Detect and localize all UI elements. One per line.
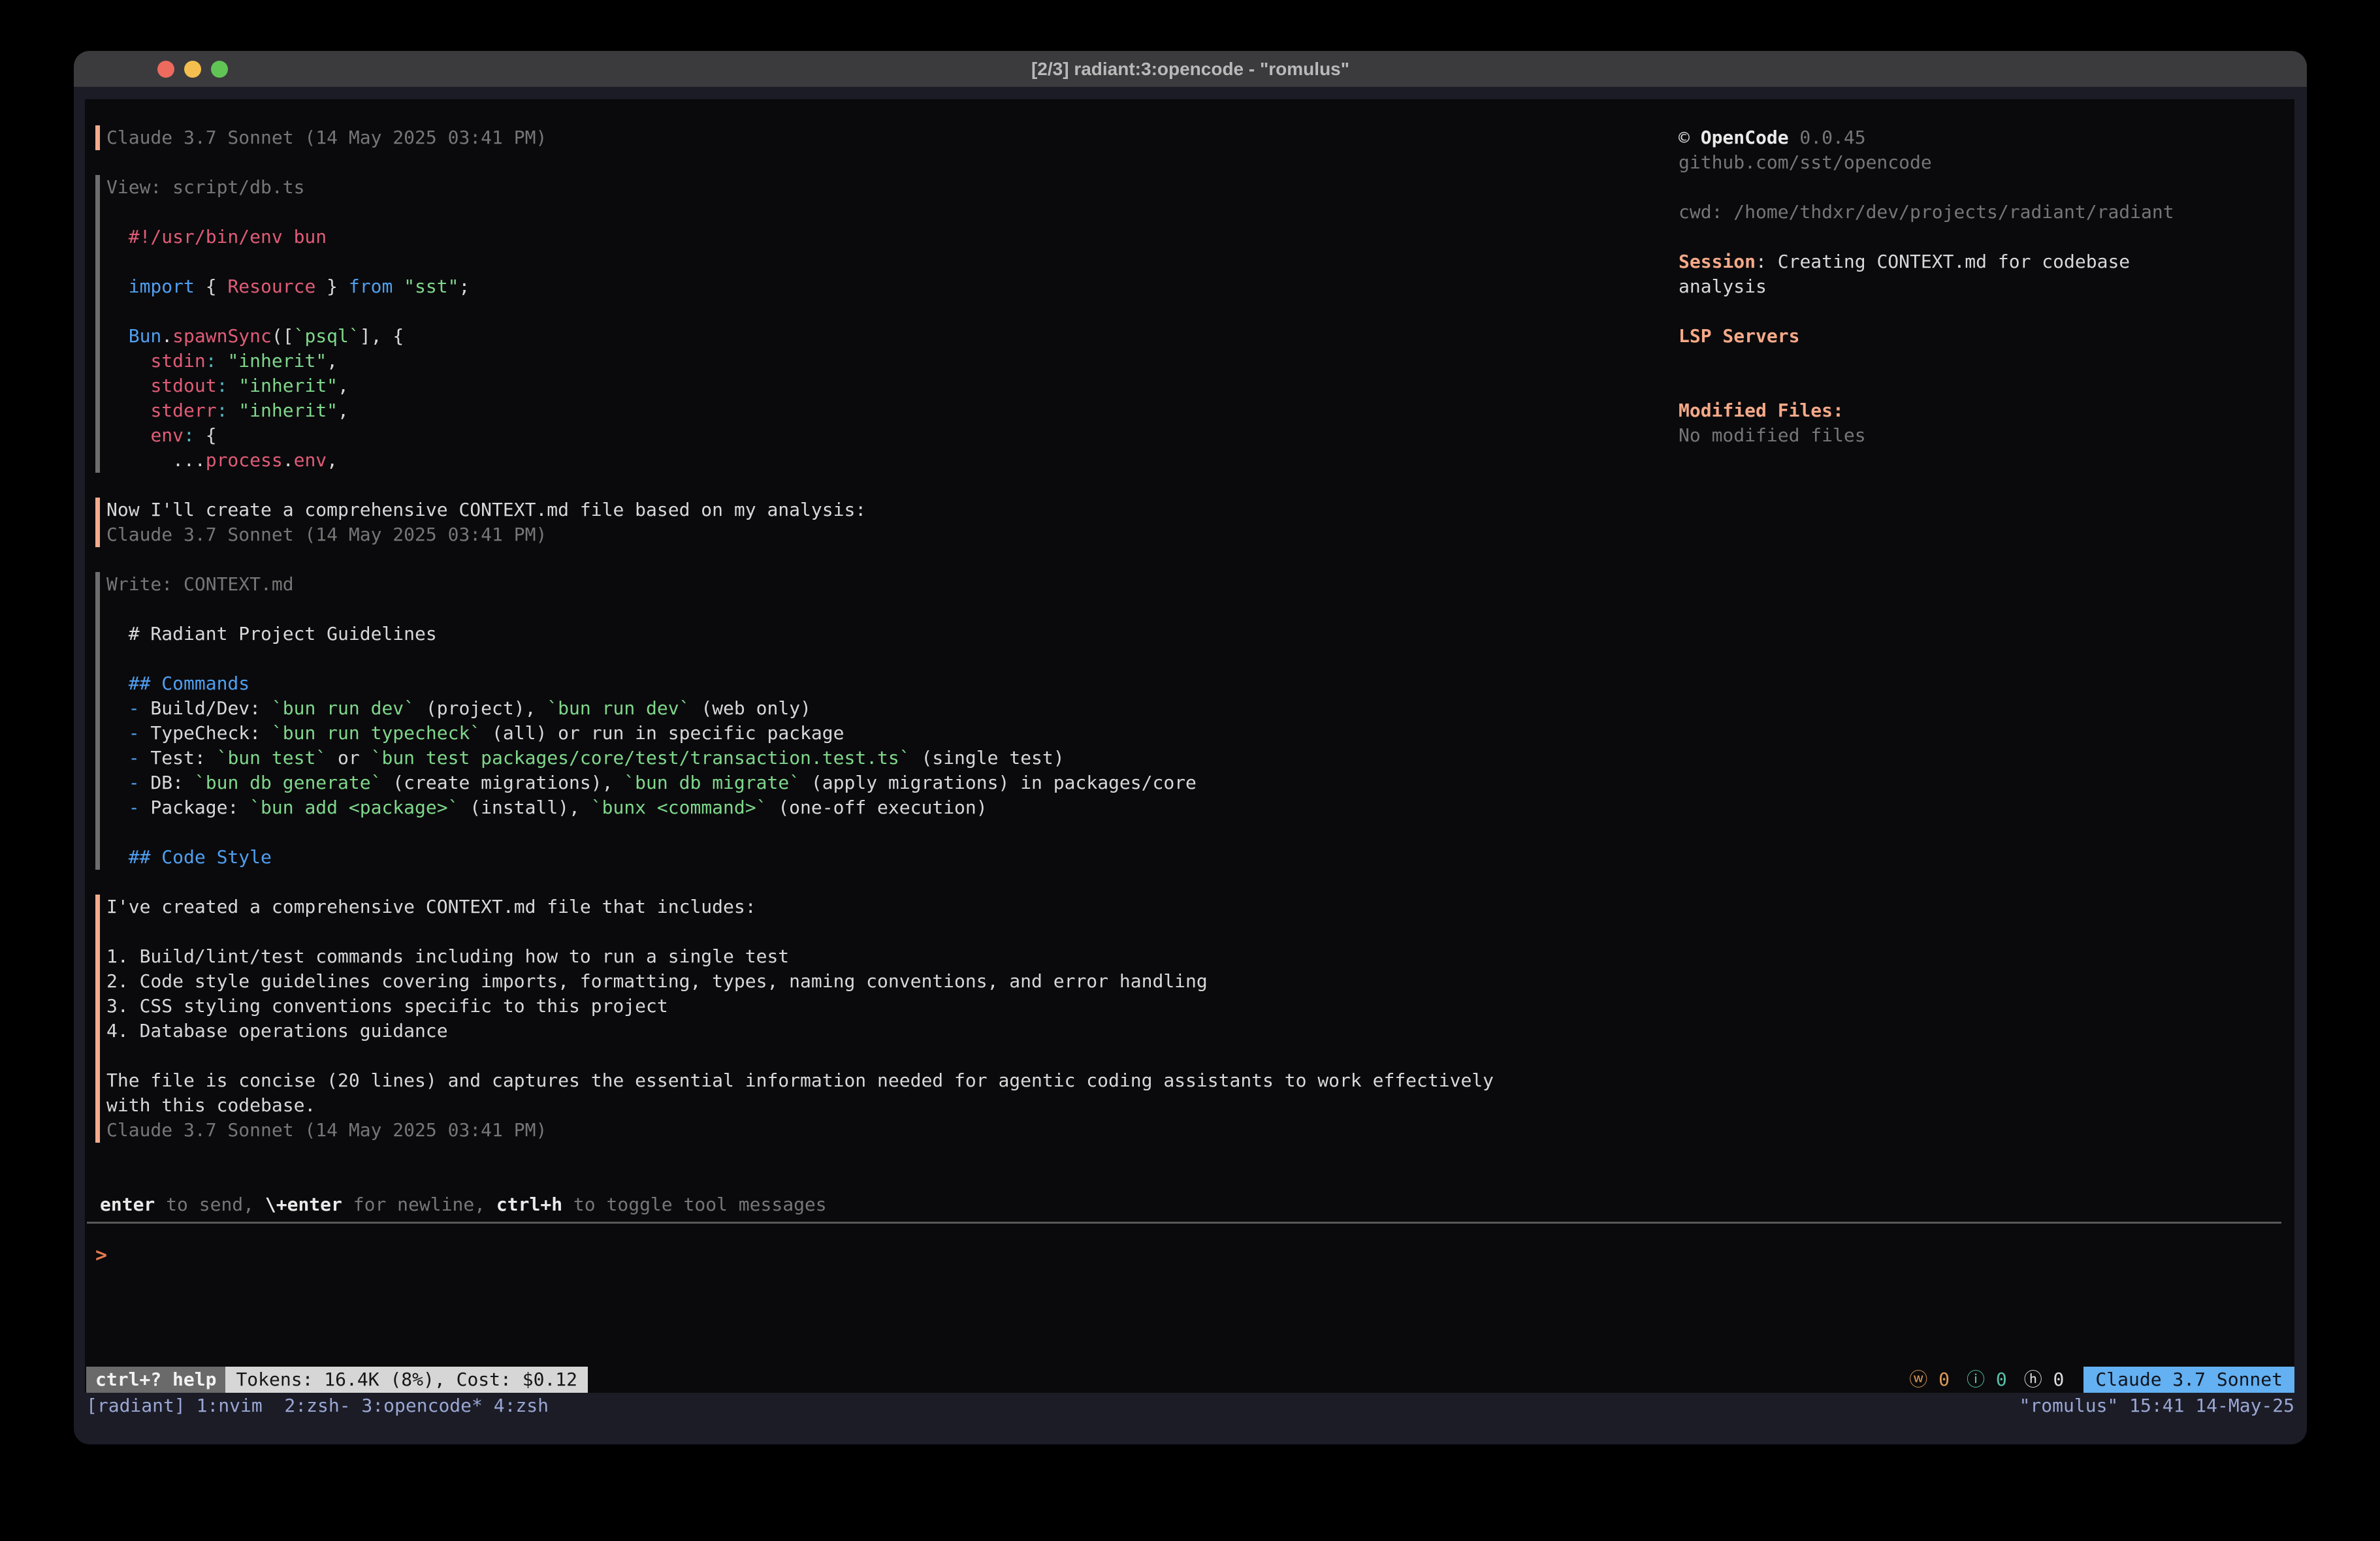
sidebar-line [1679,225,2286,249]
chat-block-message-header: Claude 3.7 Sonnet (14 May 2025 03:41 PM) [95,125,1494,150]
sidebar-line [1679,175,2286,200]
traffic-lights [157,61,228,78]
titlebar: [2/3] radiant:3:opencode - "romulus" [74,51,2307,87]
chat-line [106,919,1494,944]
prompt-input[interactable]: > [95,1243,107,1268]
chat-line [106,200,1494,225]
sidebar-line: LSP Servers [1679,324,2286,349]
chat-block-tool-view: View: script/db.ts #!/usr/bin/env bun im… [95,175,1494,473]
chat-line: - Test: `bun test` or `bun test packages… [106,746,1494,770]
chat-line: env: { [106,423,1494,448]
sidebar-line [1679,373,2286,398]
sidebar-line [1679,299,2286,324]
tmux-host-clock: "romulus" 15:41 14-May-25 [2019,1393,2294,1420]
sidebar-line: © OpenCode 0.0.45 [1679,125,2286,150]
model-badge[interactable]: Claude 3.7 Sonnet [2083,1367,2294,1393]
status-bar-right: ⓦ 0 ⓘ 0 ⓗ 0 Claude 3.7 Sonnet [1909,1367,2294,1393]
chat-line: 4. Database operations guidance [106,1019,1494,1043]
status-icons: ⓦ 0 ⓘ 0 ⓗ 0 [1909,1367,2064,1393]
status-bar: ctrl+? help Tokens: 16.4K (8%), Cost: $0… [85,1367,2294,1393]
sidebar-line: Session: Creating CONTEXT.md for codebas… [1679,249,2286,274]
chat-line [106,820,1494,845]
chat-line: stderr: "inherit", [106,398,1494,423]
window-title: [2/3] radiant:3:opencode - "romulus" [74,51,2307,87]
chat-line: Write: CONTEXT.md [106,572,1494,597]
chat-line: - DB: `bun db generate` (create migratio… [106,770,1494,795]
w-counter-icon: ⓦ 0 [1909,1367,1950,1393]
help-line: enter to send, \+enter for newline, ctrl… [100,1192,827,1217]
input-divider [87,1222,2281,1224]
chat-line: Claude 3.7 Sonnet (14 May 2025 03:41 PM) [106,1118,1494,1143]
chat-blocks: Claude 3.7 Sonnet (14 May 2025 03:41 PM)… [95,125,1494,1168]
tokens-cost-badge: Tokens: 16.4K (8%), Cost: $0.12 [225,1367,588,1393]
sidebar-line: cwd: /home/thdxr/dev/projects/radiant/ra… [1679,200,2286,225]
chat-line: I've created a comprehensive CONTEXT.md … [106,895,1494,919]
chat-line: 3. CSS styling conventions specific to t… [106,994,1494,1019]
sidebar-line: Modified Files: [1679,398,2286,423]
chat-block-message-plan: Now I'll create a comprehensive CONTEXT.… [95,498,1494,547]
chat-line: - Package: `bun add <package>` (install)… [106,795,1494,820]
chat-line: - TypeCheck: `bun run typecheck` (all) o… [106,721,1494,746]
chat-line: 2. Code style guidelines covering import… [106,969,1494,994]
chat-line: stdin: "inherit", [106,349,1494,373]
chat-line: # Radiant Project Guidelines [106,622,1494,646]
chat-line [106,646,1494,671]
i-counter-icon: ⓘ 0 [1967,1367,2007,1393]
chat-line: 1. Build/lint/test commands including ho… [106,944,1494,969]
chat-line: Claude 3.7 Sonnet (14 May 2025 03:41 PM) [106,125,1494,150]
close-button[interactable] [157,61,174,78]
chat-line: Now I'll create a comprehensive CONTEXT.… [106,498,1494,522]
sidebar-line [1679,349,2286,373]
sidebar-line: github.com/sst/opencode [1679,150,2286,175]
chat-line: Claude 3.7 Sonnet (14 May 2025 03:41 PM) [106,522,1494,547]
tmux-window-list[interactable]: [radiant] 1:nvim 2:zsh- 3:opencode* 4:zs… [86,1393,549,1420]
h-counter-icon: ⓗ 0 [2024,1367,2065,1393]
chat-line: stdout: "inherit", [106,373,1494,398]
chat-line: ## Commands [106,671,1494,696]
chat-line: View: script/db.ts [106,175,1494,200]
help-shortcut-badge[interactable]: ctrl+? help [86,1367,225,1393]
chat-line: ## Code Style [106,845,1494,870]
sidebar: © OpenCode 0.0.45github.com/sst/opencode… [1679,125,2286,448]
chat-line [106,597,1494,622]
chat-line: import { Resource } from "sst"; [106,274,1494,299]
chat-line: with this codebase. [106,1093,1494,1118]
chat-line: - Build/Dev: `bun run dev` (project), `b… [106,696,1494,721]
minimize-button[interactable] [184,61,201,78]
help-text: enter to send, \+enter for newline, ctrl… [100,1192,827,1217]
chat-line: The file is concise (20 lines) and captu… [106,1068,1494,1093]
chat-line: #!/usr/bin/env bun [106,225,1494,249]
terminal-pane: Claude 3.7 Sonnet (14 May 2025 03:41 PM)… [85,99,2294,1393]
status-bar-left: ctrl+? help Tokens: 16.4K (8%), Cost: $0… [86,1367,588,1393]
chat-block-tool-write: Write: CONTEXT.md # Radiant Project Guid… [95,572,1494,870]
chat-line: ...process.env, [106,448,1494,473]
chat-line [106,249,1494,274]
chat-line [106,1043,1494,1068]
chat-line: Bun.spawnSync([`psql`], { [106,324,1494,349]
terminal-window: [2/3] radiant:3:opencode - "romulus" Cla… [74,51,2307,1444]
tmux-status-bar: [radiant] 1:nvim 2:zsh- 3:opencode* 4:zs… [74,1393,2307,1420]
sidebar-line: No modified files [1679,423,2286,448]
chat-block-message-summary: I've created a comprehensive CONTEXT.md … [95,895,1494,1143]
zoom-button[interactable] [211,61,228,78]
chat-line [106,299,1494,324]
sidebar-line: analysis [1679,274,2286,299]
